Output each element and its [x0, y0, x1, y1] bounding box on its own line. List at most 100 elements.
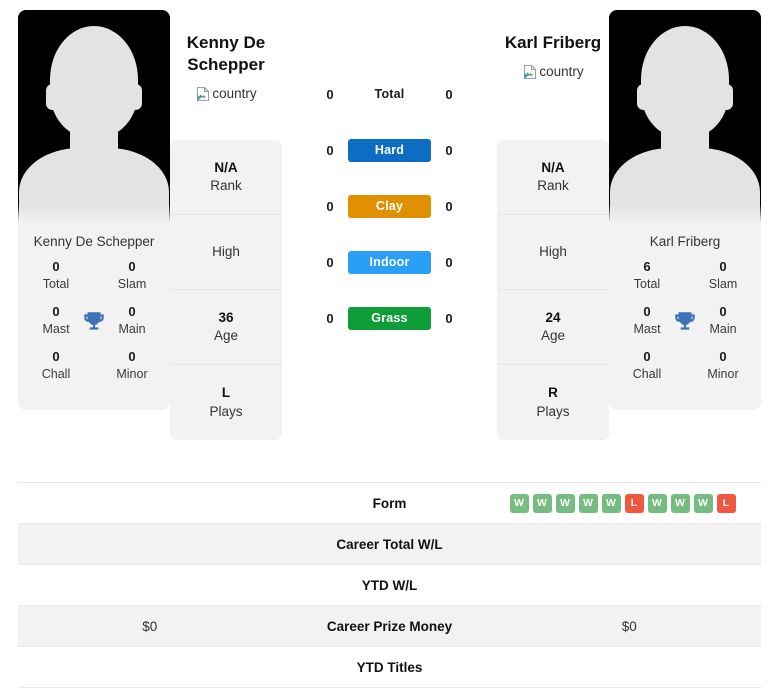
stat-main-right: 0 Main	[697, 304, 749, 337]
titles-grid-right: 6 Total 0 Slam 0 Mast 0 Main 0 Chall 0 M…	[609, 259, 761, 410]
stat-mast-left: 0 Mast	[30, 304, 82, 337]
surface-row-clay: 0 Clay 0	[282, 178, 497, 234]
row-label-career-prize-money: Career Prize Money	[326, 618, 453, 634]
form-badge-win: W	[509, 493, 529, 513]
surface-count-right-total: 0	[445, 86, 453, 102]
player-photo-left	[18, 10, 170, 222]
titles-row: 0 Chall 0 Minor	[615, 349, 755, 382]
info-rank-left: N/A Rank	[170, 140, 282, 215]
country-alt-text-right: country	[539, 64, 584, 80]
info-value: N/A	[541, 159, 565, 175]
info-label: High	[212, 243, 240, 259]
player-name-left: Kenny De Schepper	[186, 33, 266, 74]
surface-row-total: 0 Total 0	[282, 66, 497, 122]
form-badge-list: WWWWWLWWWL	[498, 493, 762, 513]
stat-label: Total	[633, 276, 661, 291]
info-label: Age	[540, 328, 566, 343]
stat-chall-right: 0 Chall	[621, 349, 673, 382]
stat-value: 6	[643, 259, 651, 274]
info-rank-right: N/A Rank	[497, 140, 609, 215]
info-age-left: 36 Age	[170, 290, 282, 365]
info-label: Plays	[209, 403, 243, 419]
surface-badge-clay[interactable]: Clay	[348, 194, 431, 218]
stat-label: Total	[42, 276, 70, 291]
player-name-right: Karl Friberg	[504, 33, 602, 52]
stat-value: 0	[128, 304, 136, 320]
player-card-right[interactable]: Karl Friberg 6 Total 0 Slam 0 Mast 0 Mai…	[609, 10, 761, 411]
stat-slam-right: 0 Slam	[697, 259, 749, 292]
info-label: Plays	[536, 403, 570, 419]
row-label-form: Form	[372, 495, 407, 511]
row-label-ytd-wl: YTD W/L	[361, 577, 418, 593]
country-flag-left: country	[195, 85, 257, 102]
player-name-block-left: Kenny De Schepper country	[170, 10, 282, 140]
form-badge-win: W	[670, 493, 690, 513]
surface-comparison-column: 0 Total 0 0 Hard 0 0 Clay 0 0 Indoor 0 0	[282, 10, 497, 346]
stat-value: 0	[719, 259, 727, 274]
row-label-ytd-titles: YTD Titles	[356, 659, 423, 675]
career-prize-money-left: $0	[142, 618, 158, 634]
stat-mast-right: 0 Mast	[621, 304, 673, 337]
surface-badge-grass[interactable]: Grass	[348, 306, 431, 330]
stat-value: 0	[719, 304, 727, 320]
stat-label: Chall	[41, 367, 71, 382]
career-prize-money-right: $0	[621, 618, 637, 634]
surface-count-left-hard: 0	[326, 142, 334, 158]
info-plays-right: R Plays	[497, 365, 609, 440]
stat-total-left: 0 Total	[30, 259, 82, 292]
table-row-form: Form WWWWWLWWWL	[18, 483, 761, 524]
player-photo-right	[609, 10, 761, 222]
surface-badge-indoor[interactable]: Indoor	[348, 250, 431, 274]
silhouette-ear-left-icon	[637, 84, 650, 110]
player-comparison-page: Kenny De Schepper 0 Total 0 Slam 0 Mast	[0, 0, 779, 699]
stat-label: Slam	[117, 276, 147, 291]
table-row-ytd-titles: YTD Titles	[18, 647, 761, 688]
info-label: High	[539, 243, 567, 259]
photo-fade-overlay	[609, 204, 761, 222]
surface-count-left-grass: 0	[326, 310, 334, 326]
stat-value: 0	[128, 349, 136, 365]
surface-row-grass: 0 Grass 0	[282, 290, 497, 346]
surface-count-left-indoor: 0	[326, 254, 334, 270]
stat-label: Mast	[633, 322, 661, 337]
comparison-table: Form WWWWWLWWWL Career Total W/L YTD W/L…	[18, 482, 761, 688]
left-info-column: Kenny De Schepper country N/A Rank High …	[170, 10, 282, 440]
info-card-right: N/A Rank High 24 Age R Plays	[497, 140, 609, 440]
form-badge-win: W	[555, 493, 575, 513]
stat-minor-right: 0 Minor	[697, 349, 749, 382]
stat-label: Main	[118, 322, 146, 337]
stat-minor-left: 0 Minor	[106, 349, 158, 382]
surface-count-left-clay: 0	[326, 198, 334, 214]
stat-value: 0	[52, 349, 60, 365]
player-name-block-right: Karl Friberg country	[497, 10, 609, 140]
comparison-top-section: Kenny De Schepper 0 Total 0 Slam 0 Mast	[0, 0, 779, 478]
table-row-ytd-wl: YTD W/L	[18, 565, 761, 606]
table-row-career-total-wl: Career Total W/L	[18, 524, 761, 565]
info-high-right: High	[497, 215, 609, 290]
player-card-name-left: Kenny De Schepper	[33, 234, 155, 249]
right-info-column: Karl Friberg country N/A Rank High 24 Ag…	[497, 10, 609, 440]
photo-fade-overlay	[18, 204, 170, 222]
info-card-left: N/A Rank High 36 Age L Plays	[170, 140, 282, 440]
stat-slam-left: 0 Slam	[106, 259, 158, 292]
surface-count-right-indoor: 0	[445, 254, 453, 270]
info-label: Rank	[537, 178, 569, 193]
form-badge-loss: L	[716, 493, 736, 513]
surface-badge-total: Total	[374, 87, 405, 101]
stat-label: Minor	[707, 367, 739, 382]
info-value: R	[548, 385, 558, 401]
surface-badge-hard[interactable]: Hard	[348, 138, 431, 162]
stat-label: Main	[709, 322, 737, 337]
stat-value: 0	[643, 304, 651, 320]
silhouette-ear-left-icon	[46, 84, 59, 110]
info-label: Age	[213, 328, 239, 343]
form-badge-win: W	[532, 493, 552, 513]
titles-grid-left: 0 Total 0 Slam 0 Mast 0 Main 0 Chall 0 M…	[18, 259, 170, 410]
player-card-left[interactable]: Kenny De Schepper 0 Total 0 Slam 0 Mast	[18, 10, 170, 411]
silhouette-ear-right-icon	[720, 84, 733, 110]
stat-label: Mast	[42, 322, 70, 337]
country-alt-text-left: country	[212, 86, 257, 101]
titles-row: 0 Chall 0 Minor	[24, 349, 164, 382]
info-plays-left: L Plays	[170, 365, 282, 440]
stat-value: 0	[52, 304, 60, 320]
